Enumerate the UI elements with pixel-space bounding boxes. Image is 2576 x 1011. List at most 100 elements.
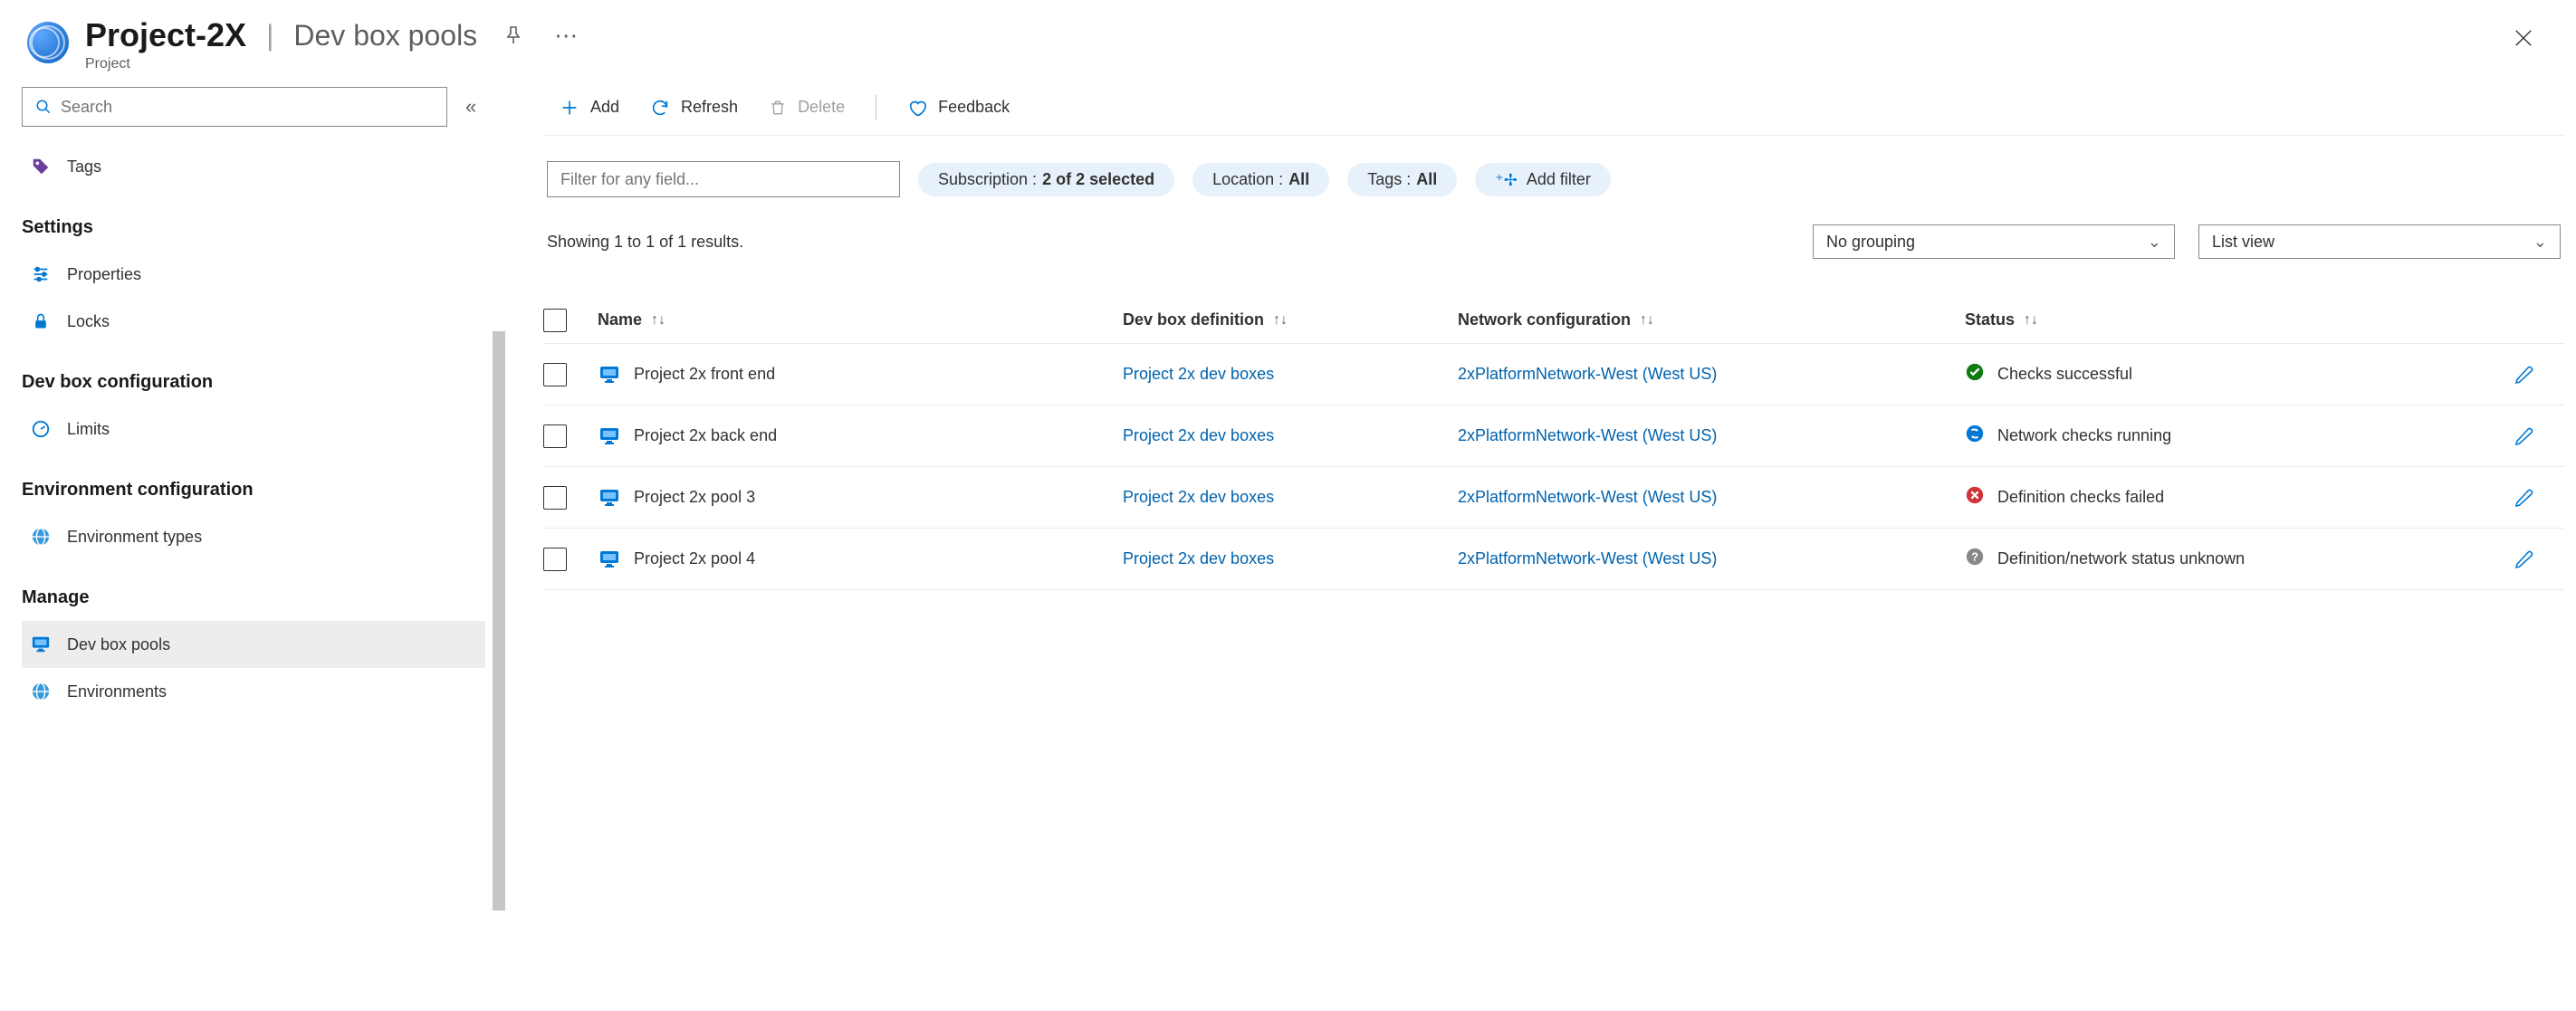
edit-button[interactable] <box>2514 487 2535 509</box>
sidebar-search-input[interactable] <box>61 98 434 117</box>
table-row: Project 2x pool 3Project 2x dev boxes2xP… <box>543 467 2564 529</box>
pill-value: 2 of 2 selected <box>1042 170 1154 189</box>
filter-pill-subscription[interactable]: Subscription : 2 of 2 selected <box>918 163 1174 196</box>
add-filter-button[interactable]: ⁺✢ Add filter <box>1475 163 1611 196</box>
row-status-text: Checks successful <box>1997 365 2132 384</box>
page-subtitle: Project <box>85 56 582 72</box>
page-section: Dev box pools <box>293 19 477 52</box>
row-status-text: Network checks running <box>1997 426 2171 445</box>
column-header-status[interactable]: Status ↑↓ <box>1965 310 2472 329</box>
row-network-link[interactable]: 2xPlatformNetwork-West (West US) <box>1458 488 1717 507</box>
sidebar-item-label: Limits <box>67 420 110 439</box>
toolbar-label: Add <box>590 98 619 117</box>
filter-pill-tags[interactable]: Tags : All <box>1347 163 1457 196</box>
sidebar-item-dev-box-pools[interactable]: Dev box pools <box>22 621 485 668</box>
sidebar-search[interactable] <box>22 87 447 127</box>
trash-icon <box>769 98 787 118</box>
pin-button[interactable] <box>497 19 530 52</box>
more-button[interactable]: ⋯ <box>550 19 582 52</box>
toolbar-label: Delete <box>798 98 845 117</box>
search-icon <box>35 99 52 115</box>
sliders-icon <box>29 262 53 286</box>
edit-button[interactable] <box>2514 425 2535 447</box>
sidebar-item-environments[interactable]: Environments <box>22 668 485 715</box>
heart-icon <box>907 98 927 118</box>
globe-small-icon <box>29 525 53 548</box>
sidebar-item-properties[interactable]: Properties <box>22 251 485 298</box>
row-network-link[interactable]: 2xPlatformNetwork-West (West US) <box>1458 549 1717 568</box>
pill-label: Tags : <box>1367 170 1411 189</box>
globe-small-icon <box>29 680 53 703</box>
row-status-text: Definition/network status unknown <box>1997 549 2245 568</box>
svg-text:?: ? <box>1971 550 1978 564</box>
table-row: Project 2x pool 4 Project 2x dev boxes 2xP… <box>543 529 2564 590</box>
status-success-icon <box>1965 362 1985 386</box>
column-label: Dev box definition <box>1123 310 1264 329</box>
table-row: Project 2x back end Project 2x dev boxes 2… <box>543 405 2564 467</box>
sidebar-section-manage: Manage <box>22 587 485 608</box>
sidebar-item-label: Locks <box>67 312 110 331</box>
toolbar-label: Refresh <box>681 98 738 117</box>
sidebar-item-locks[interactable]: Locks <box>22 298 485 345</box>
row-definition-link[interactable]: Project 2x dev boxes <box>1123 426 1274 445</box>
plus-icon <box>560 98 579 118</box>
column-header-name[interactable]: Name ↑↓ <box>598 310 1123 329</box>
results-summary: Showing 1 to 1 of 1 results. <box>547 233 743 252</box>
status-running-icon <box>1965 424 1985 448</box>
edit-button[interactable] <box>2514 364 2535 386</box>
sidebar-item-tags[interactable]: Tags <box>22 143 485 190</box>
lock-icon <box>29 310 53 333</box>
view-select[interactable]: List view ⌄ <box>2198 224 2561 259</box>
row-checkbox[interactable] <box>543 486 567 510</box>
row-definition-link[interactable]: Project 2x dev boxes <box>1123 365 1274 384</box>
close-button[interactable] <box>2507 22 2540 54</box>
sidebar-section-settings: Settings <box>22 217 485 238</box>
chevron-down-icon: ⌄ <box>2533 233 2547 252</box>
add-button[interactable]: Add <box>560 98 619 118</box>
column-label: Network configuration <box>1458 310 1631 329</box>
pill-label: Add filter <box>1527 170 1591 189</box>
gauge-icon <box>29 417 53 441</box>
sidebar-item-label: Environment types <box>67 528 202 547</box>
monitor-icon <box>598 425 621 447</box>
monitor-icon <box>598 548 621 570</box>
sidebar-item-environment-types[interactable]: Environment types <box>22 513 485 560</box>
row-network-link[interactable]: 2xPlatformNetwork-West (West US) <box>1458 426 1717 445</box>
status-unknown-icon: ? <box>1965 547 1985 571</box>
filter-pill-location[interactable]: Location : All <box>1192 163 1329 196</box>
sort-icon: ↑↓ <box>651 312 666 329</box>
status-failed-icon <box>1965 485 1985 510</box>
select-all-checkbox[interactable] <box>543 309 567 332</box>
sidebar-item-label: Dev box pools <box>67 635 170 654</box>
filter-input[interactable] <box>547 161 900 197</box>
column-header-definition[interactable]: Dev box definition ↑↓ <box>1123 310 1458 329</box>
project-globe-icon <box>27 22 69 63</box>
grouping-select[interactable]: No grouping ⌄ <box>1813 224 2175 259</box>
pill-label: Subscription : <box>938 170 1037 189</box>
collapse-sidebar-button[interactable]: « <box>465 95 476 119</box>
refresh-icon <box>650 98 670 118</box>
row-checkbox[interactable] <box>543 424 567 448</box>
row-definition-link[interactable]: Project 2x dev boxes <box>1123 488 1274 507</box>
pill-value: All <box>1416 170 1437 189</box>
column-header-network[interactable]: Network configuration ↑↓ <box>1458 310 1965 329</box>
column-label: Name <box>598 310 642 329</box>
sidebar-item-limits[interactable]: Limits <box>22 405 485 453</box>
edit-button[interactable] <box>2514 548 2535 570</box>
row-name: Project 2x back end <box>634 426 777 445</box>
sort-icon: ↑↓ <box>2024 312 2038 329</box>
sidebar-section-devbox: Dev box configuration <box>22 372 485 393</box>
sidebar-item-label: Tags <box>67 157 101 176</box>
row-name: Project 2x front end <box>634 365 775 384</box>
row-definition-link[interactable]: Project 2x dev boxes <box>1123 549 1274 568</box>
monitor-icon <box>598 364 621 386</box>
row-checkbox[interactable] <box>543 363 567 386</box>
select-value: No grouping <box>1826 233 1915 252</box>
row-network-link[interactable]: 2xPlatformNetwork-West (West US) <box>1458 365 1717 384</box>
sidebar-scrollbar[interactable] <box>493 331 505 911</box>
refresh-button[interactable]: Refresh <box>650 98 738 118</box>
row-name: Project 2x pool 4 <box>634 549 755 568</box>
feedback-button[interactable]: Feedback <box>907 98 1010 118</box>
pill-label: Location : <box>1212 170 1283 189</box>
row-checkbox[interactable] <box>543 548 567 571</box>
